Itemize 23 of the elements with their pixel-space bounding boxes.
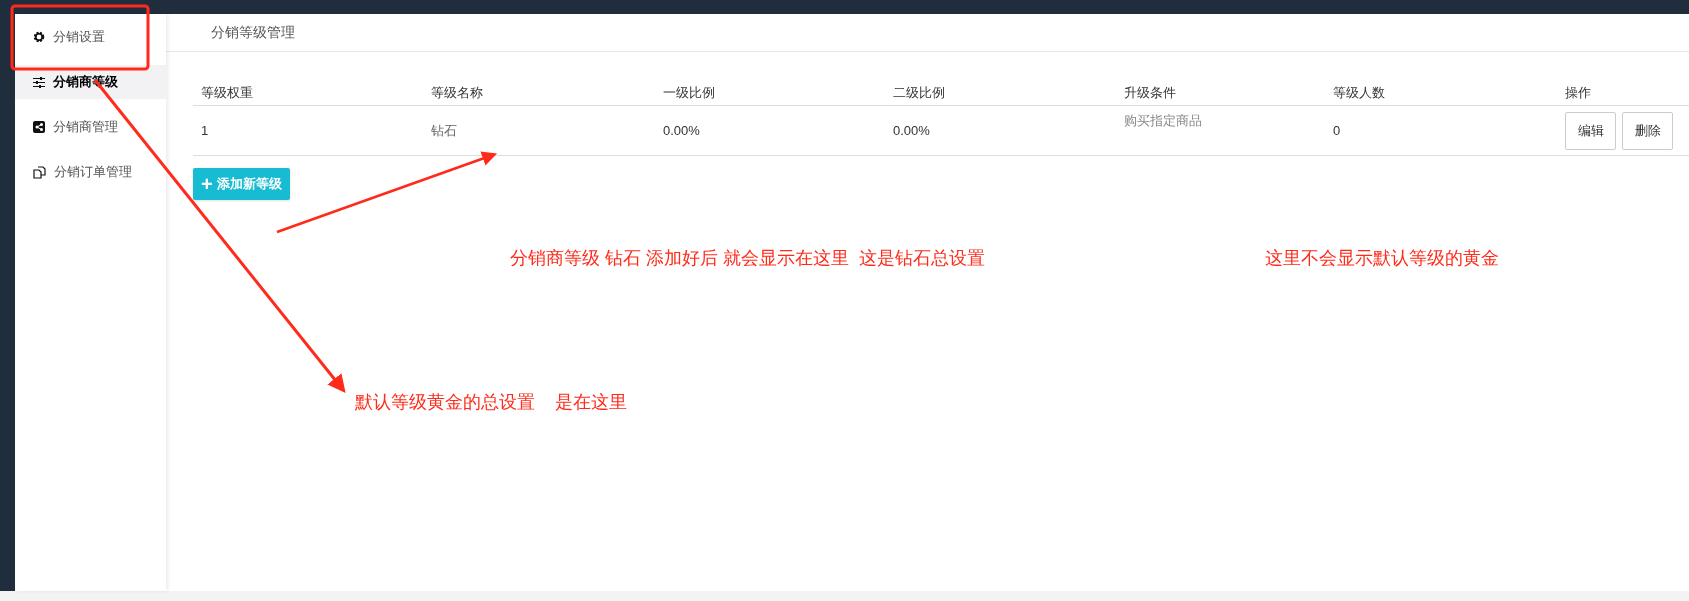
column-header: 等级人数 xyxy=(1332,83,1386,102)
table-cell-text: 0.00% xyxy=(892,121,931,140)
column-header: 等级名称 xyxy=(430,83,484,102)
column-header: 等级权重 xyxy=(200,83,254,102)
sidebar-item[interactable]: 分销订单管理 xyxy=(15,155,166,189)
sidebar-item[interactable]: 分销商管理 xyxy=(15,110,166,144)
table-cell-text: 0.00% xyxy=(662,121,701,140)
table-cell-text: 0 xyxy=(1332,121,1342,140)
column-header: 二级比例 xyxy=(892,83,946,102)
sidebar-item[interactable]: 分销设置 xyxy=(15,20,166,54)
plus-icon: + xyxy=(201,174,213,194)
annotation-text: 分销商等级 钻石 添加好后 就会显示在这里 这是钻石总设置 xyxy=(510,247,985,270)
page-title: 分销等级管理 xyxy=(211,23,295,42)
annotation-text: 默认等级黄金的总设置 是在这里 xyxy=(355,391,627,414)
edit-button[interactable]: 编辑 xyxy=(1565,111,1616,150)
table-cell-text: 1 xyxy=(200,121,210,140)
column-header: 升级条件 xyxy=(1123,83,1177,102)
table-cell-text: 购买指定商品 xyxy=(1123,112,1203,130)
column-header: 一级比例 xyxy=(662,83,716,102)
column-header: 操作 xyxy=(1564,83,1592,102)
table-cell-text: 钻石 xyxy=(430,121,458,140)
delete-button[interactable]: 删除 xyxy=(1622,111,1673,150)
annotation-text: 这里不会显示默认等级的黄金 xyxy=(1265,247,1499,270)
